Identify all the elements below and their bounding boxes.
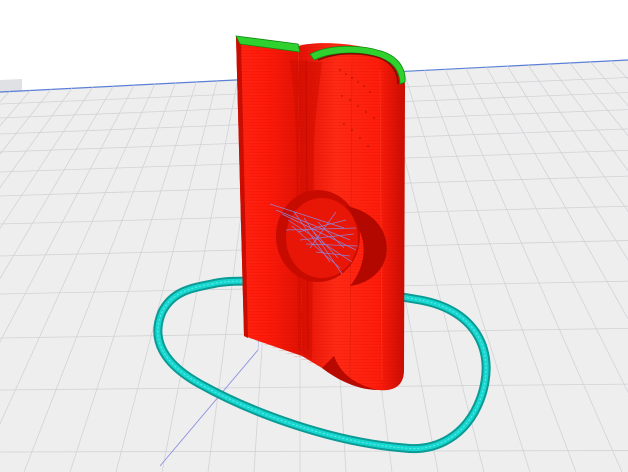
- sliced-model[interactable]: [235, 35, 406, 391]
- 3d-preview-scene[interactable]: [0, 0, 628, 472]
- model-hole: [286, 198, 358, 278]
- layer-view-viewport[interactable]: [0, 0, 628, 472]
